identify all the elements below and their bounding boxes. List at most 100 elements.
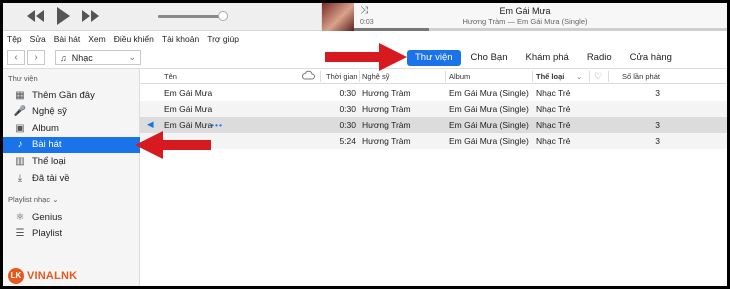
sidebar-pointer-arrow-icon — [135, 131, 211, 159]
column-header-album[interactable]: Album — [449, 72, 470, 81]
download-icon: ⤓ — [17, 172, 23, 184]
cell-name: Em Gái Mưa — [164, 88, 213, 98]
music-note-icon: ♫ — [60, 52, 67, 63]
playlist-icon: ☰ — [15, 228, 25, 240]
table-header: Tên Thời gian Nghệ sỹ Album Thể loại ⌄ ♡… — [140, 69, 727, 84]
cell-plays: 3 — [655, 136, 660, 146]
now-playing-display: ⤨ 0:03 Em Gái Mưa Hương Tràm — Em Gái Mư… — [321, 3, 727, 31]
player-bar: ⤨ 0:03 Em Gái Mưa Hương Tràm — Em Gái Mư… — [3, 3, 727, 31]
back-button[interactable]: ‹ — [7, 50, 25, 65]
volume-slider[interactable] — [158, 11, 229, 21]
library-tabs: Thư viện Cho Bạn Khám phá Radio Cửa hàng — [407, 50, 682, 66]
cell-plays: 3 — [655, 88, 660, 98]
menu-item[interactable]: Điều khiển — [114, 34, 154, 44]
sidebar-item-label: Đã tải về — [32, 172, 70, 184]
tab-pointer-arrow-icon — [325, 43, 407, 71]
menu-item[interactable]: Sửa — [30, 34, 46, 44]
tab-4[interactable]: Cửa hàng — [622, 50, 680, 66]
table-row[interactable]: ◀ ••• Em Gái Mưa 0:30 Hương Tràm Em Gái Mưa (… — [140, 117, 727, 133]
itunes-window: ⤨ 0:03 Em Gái Mưa Hương Tràm — Em Gái Mư… — [3, 3, 727, 286]
cell-artist: Hương Tràm — [362, 104, 411, 114]
fast-forward-icon[interactable] — [81, 8, 101, 24]
cell-artist: Hương Tràm — [362, 88, 411, 98]
tab-0[interactable]: Thư viện — [407, 50, 461, 66]
sidebar-playlist-header[interactable]: Playlist nhạc ⌄ — [8, 195, 59, 204]
sidebar-item[interactable]: ⚛ Genius — [3, 209, 140, 225]
play-icon[interactable] — [55, 6, 71, 26]
now-playing-subtitle: Hương Tràm — Em Gái Mưa (Single) — [462, 17, 588, 26]
song-table: Tên Thời gian Nghệ sỹ Album Thể loại ⌄ ♡… — [140, 69, 727, 286]
chevron-down-icon: ⌄ — [52, 195, 59, 204]
sidebar-item-label: Album — [32, 122, 59, 134]
more-options-icon[interactable]: ••• — [211, 120, 223, 130]
artist-icon: 🎤 — [13, 106, 27, 118]
cell-album: Em Gái Mưa (Single) — [449, 120, 529, 130]
cell-plays: 3 — [655, 120, 660, 130]
sidebar-playlist-header-label: Playlist nhạc — [8, 195, 51, 204]
cell-genre: Nhạc Trẻ — [536, 88, 571, 98]
column-header-name[interactable]: Tên — [164, 72, 177, 81]
genius-icon: ⚛ — [15, 211, 25, 223]
table-row[interactable]: Em Gái Mưa 0:30 Hương Tràm Em Gái Mưa (Sing… — [140, 101, 727, 117]
menu-item[interactable]: Tài khoản — [162, 34, 199, 44]
sort-chevron-icon: ⌄ — [576, 72, 583, 81]
song-note-icon: ♪ — [17, 139, 23, 151]
table-row[interactable]: Em Gái Mưa 0:30 Hương Tràm Em Gái Mưa (Sing… — [140, 85, 727, 101]
now-playing-title: Em Gái Mưa — [499, 6, 551, 16]
love-heart-icon[interactable]: ♡ — [594, 71, 602, 82]
column-header-artist[interactable]: Nghệ sỹ — [362, 72, 390, 81]
sidebar-item-label: Playlist — [32, 228, 63, 240]
sidebar-item[interactable]: ♪ Bài hát — [3, 136, 140, 153]
menu-item[interactable]: Tệp — [7, 34, 22, 44]
column-header-plays[interactable]: Số lần phát — [622, 72, 660, 81]
recently-added-icon: ▦ — [15, 89, 25, 101]
cell-time: 0:30 — [339, 104, 356, 114]
media-kind-label: Nhạc — [71, 52, 93, 63]
sidebar-item[interactable]: ⤓ Đã tải về — [3, 170, 140, 186]
cell-time: 0:30 — [339, 88, 356, 98]
speaker-icon: ◀ — [147, 119, 154, 129]
sidebar: Thư viện ▦ Thêm Gần đây 🎤 Nghệ sỹ ▣ Album ♪ Bài… — [3, 69, 140, 286]
menu-item[interactable]: Xem — [88, 34, 105, 44]
cell-name: Em Gái Mưa — [164, 104, 213, 114]
sidebar-item[interactable]: ☰ Playlist — [3, 226, 140, 242]
media-kind-select[interactable]: ♫ Nhạc ⌄ — [55, 50, 141, 65]
menu-item[interactable]: Trợ giúp — [207, 34, 239, 44]
cell-album: Em Gái Mưa (Single) — [449, 136, 529, 146]
sidebar-item[interactable]: ▦ Thêm Gần đây — [3, 87, 140, 103]
menu-item[interactable]: Bài hát — [54, 34, 80, 44]
tab-2[interactable]: Khám phá — [518, 50, 577, 66]
icloud-icon[interactable] — [301, 70, 315, 82]
sidebar-item-label: Bài hát — [32, 139, 62, 151]
cell-name: Em Gái Mưa — [164, 120, 213, 130]
column-header-time[interactable]: Thời gian — [326, 72, 358, 81]
vinalnk-logo: LK VINALNK — [8, 268, 77, 284]
cell-time: 5:24 — [339, 136, 356, 146]
cell-artist: Hương Tràm — [362, 120, 411, 130]
volume-fill — [158, 15, 224, 18]
album-icon: ▣ — [15, 122, 25, 134]
table-row[interactable]: 5:24 Hương Tràm Em Gái Mưa (Single) Nhạc Tr… — [140, 133, 727, 149]
cell-genre: Nhạc Trẻ — [536, 104, 571, 114]
chevron-updown-icon: ⌄ — [128, 52, 136, 62]
sidebar-item-label: Genius — [32, 211, 63, 223]
sidebar-item[interactable]: ▣ Album — [3, 120, 140, 136]
vinalnk-logo-mark: LK — [8, 268, 24, 284]
forward-button[interactable]: › — [27, 50, 45, 65]
sidebar-item[interactable]: ▥ Thể loại — [3, 153, 140, 169]
cell-album: Em Gái Mưa (Single) — [449, 88, 529, 98]
cell-album: Em Gái Mưa (Single) — [449, 104, 529, 114]
sidebar-item-label: Thêm Gần đây — [32, 89, 95, 101]
rewind-icon[interactable] — [25, 8, 45, 24]
genre-icon: ▥ — [15, 155, 25, 167]
tab-3[interactable]: Radio — [579, 50, 620, 66]
vinalnk-logo-text: VINALNK — [27, 270, 78, 282]
cell-genre: Nhạc Trẻ — [536, 120, 571, 130]
volume-knob[interactable] — [218, 11, 229, 21]
sidebar-item-label: Thể loại — [32, 155, 66, 167]
tab-1[interactable]: Cho Bạn — [463, 50, 516, 66]
cell-genre: Nhạc Trẻ — [536, 136, 571, 146]
column-header-genre[interactable]: Thể loại — [536, 72, 564, 81]
sidebar-item[interactable]: 🎤 Nghệ sỹ — [3, 104, 140, 120]
cell-time: 0:30 — [339, 120, 356, 130]
